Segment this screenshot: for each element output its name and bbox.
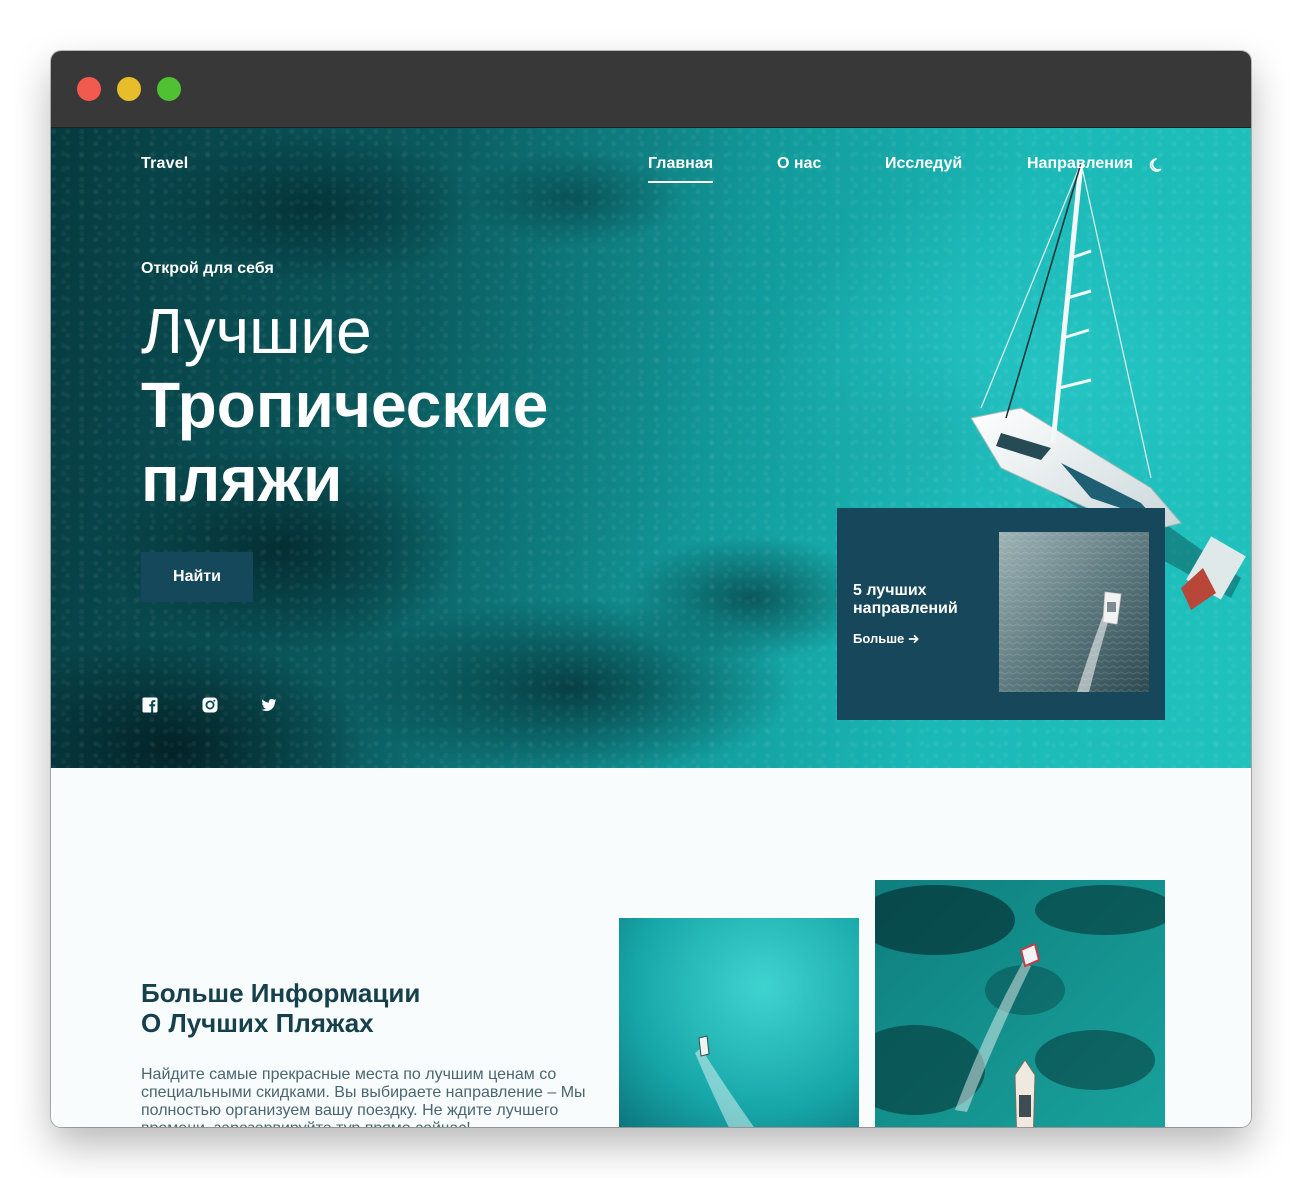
promo-card[interactable]: 5 лучших направлений Больше (837, 508, 1165, 720)
hero-title-line-1: Лучшие (141, 295, 372, 367)
nav-item-explore[interactable]: Исследуй (885, 155, 962, 173)
window-titlebar (51, 51, 1251, 128)
close-window-button[interactable] (77, 77, 101, 101)
hero-title: Лучшие Тропические пляжи (141, 294, 548, 516)
site-brand[interactable]: Travel (141, 155, 188, 173)
minimize-window-button[interactable] (117, 77, 141, 101)
facebook-icon[interactable] (141, 696, 159, 714)
about-title: Больше Информации О Лучших Пляжах (141, 978, 420, 1038)
speedboat-turquoise-image (619, 918, 859, 1127)
arrow-right-icon (908, 634, 919, 643)
about-title-line-2: О Лучших Пляжах (141, 1008, 374, 1038)
hero-subtitle: Открой для себя (141, 260, 274, 277)
nav-item-destinations[interactable]: Направления (1027, 155, 1133, 173)
promo-boat-image (999, 532, 1149, 692)
hero-section: Travel Главная О нас Исследуй Направлени… (51, 128, 1251, 768)
more-link[interactable]: Больше (853, 631, 920, 646)
web-page: Travel Главная О нас Исследуй Направлени… (51, 128, 1251, 1127)
maximize-window-button[interactable] (157, 77, 181, 101)
hero-title-line-2: Тропические (141, 369, 549, 441)
more-link-label: Больше (853, 631, 905, 646)
boats-reef-image (875, 880, 1165, 1127)
browser-window: Travel Главная О нас Исследуй Направлени… (51, 51, 1251, 1127)
about-section: Больше Информации О Лучших Пляжах Найдит… (51, 768, 1251, 1127)
about-title-line-1: Больше Информации (141, 978, 421, 1008)
nav-item-home[interactable]: Главная (648, 155, 714, 183)
moon-icon[interactable] (1147, 155, 1167, 175)
about-description: Найдите самые прекрасные места по лучшим… (141, 1066, 586, 1127)
nav-item-about[interactable]: О нас (777, 155, 821, 173)
find-button[interactable]: Найти (141, 552, 253, 602)
twitter-icon[interactable] (260, 696, 278, 714)
hero-title-line-3: пляжи (141, 443, 343, 515)
instagram-icon[interactable] (201, 696, 219, 714)
promo-title: 5 лучших направлений (853, 582, 958, 617)
